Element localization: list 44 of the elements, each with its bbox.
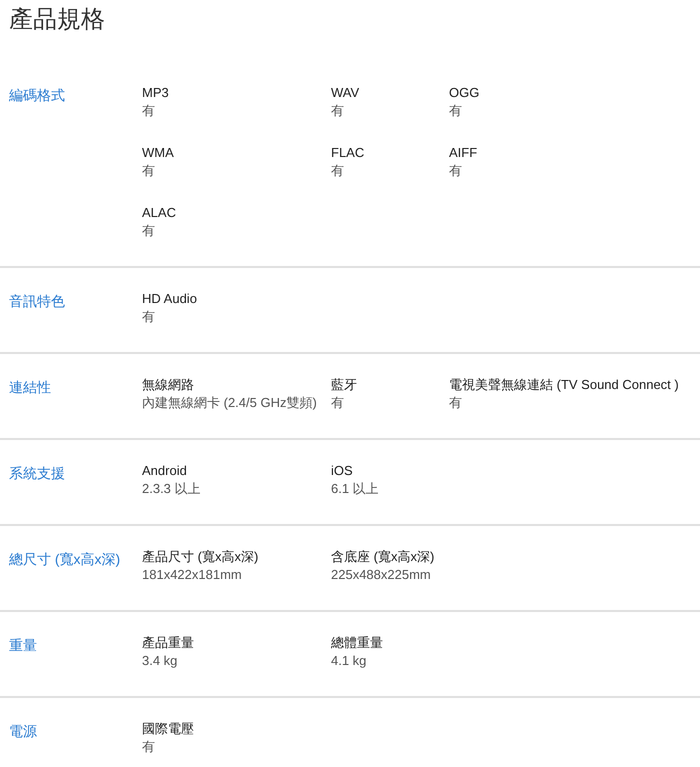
spec-name: WMA [142, 144, 174, 162]
spec-name: MP3 [142, 84, 169, 102]
spec-name: FLAC [331, 144, 364, 162]
spec-name: WAV [331, 84, 360, 102]
section-label: 重量 [9, 637, 37, 653]
spec-value: 有 [449, 162, 462, 180]
spec-name: 國際電壓 [142, 720, 194, 738]
section-label: 電源 [9, 723, 37, 739]
section-label: 系統支援 [9, 465, 65, 481]
spec-value: 225x488x225mm [331, 566, 431, 584]
section-label: 音訊特色 [9, 293, 65, 309]
spec-name: 無線網路 [142, 376, 194, 394]
spec-value: 有 [331, 162, 344, 180]
spec-value: 有 [142, 222, 155, 240]
section-label: 連結性 [9, 379, 51, 395]
spec-value: 有 [142, 308, 155, 326]
spec-value: 有 [142, 102, 155, 120]
spec-value: 有 [331, 102, 344, 120]
spec-name: OGG [449, 84, 480, 102]
spec-name: 產品重量 [142, 634, 194, 652]
spec-name: Android [142, 462, 187, 480]
spec-name: ALAC [142, 204, 176, 222]
spec-value: 有 [449, 394, 462, 412]
spec-value: 2.3.3 以上 [142, 480, 201, 498]
spec-value: 3.4 kg [142, 652, 178, 670]
spec-name: 含底座 (寬x高x深) [331, 548, 434, 566]
spec-value: 內建無線網卡 (2.4/5 GHz雙頻) [142, 394, 317, 412]
spec-value: 有 [142, 162, 155, 180]
spec-value: 有 [142, 738, 155, 756]
spec-name: AIFF [449, 144, 478, 162]
page-title: 產品規格 [9, 5, 105, 35]
spec-value: 181x422x181mm [142, 566, 242, 584]
spec-name: 總體重量 [331, 634, 383, 652]
spec-value: 6.1 以上 [331, 480, 379, 498]
spec-value: 有 [331, 394, 344, 412]
spec-name: 藍牙 [331, 376, 357, 394]
spec-value: 4.1 kg [331, 652, 366, 670]
spec-name: 電視美聲無線連結 (TV Sound Connect ) [449, 376, 679, 394]
spec-name: 產品尺寸 (寬x高x深) [142, 548, 258, 566]
spec-value: 有 [449, 102, 462, 120]
section-label: 編碼格式 [9, 87, 65, 103]
spec-name: iOS [331, 462, 353, 480]
section-label: 總尺寸 (寬x高x深) [9, 551, 120, 567]
spec-name: HD Audio [142, 290, 197, 308]
